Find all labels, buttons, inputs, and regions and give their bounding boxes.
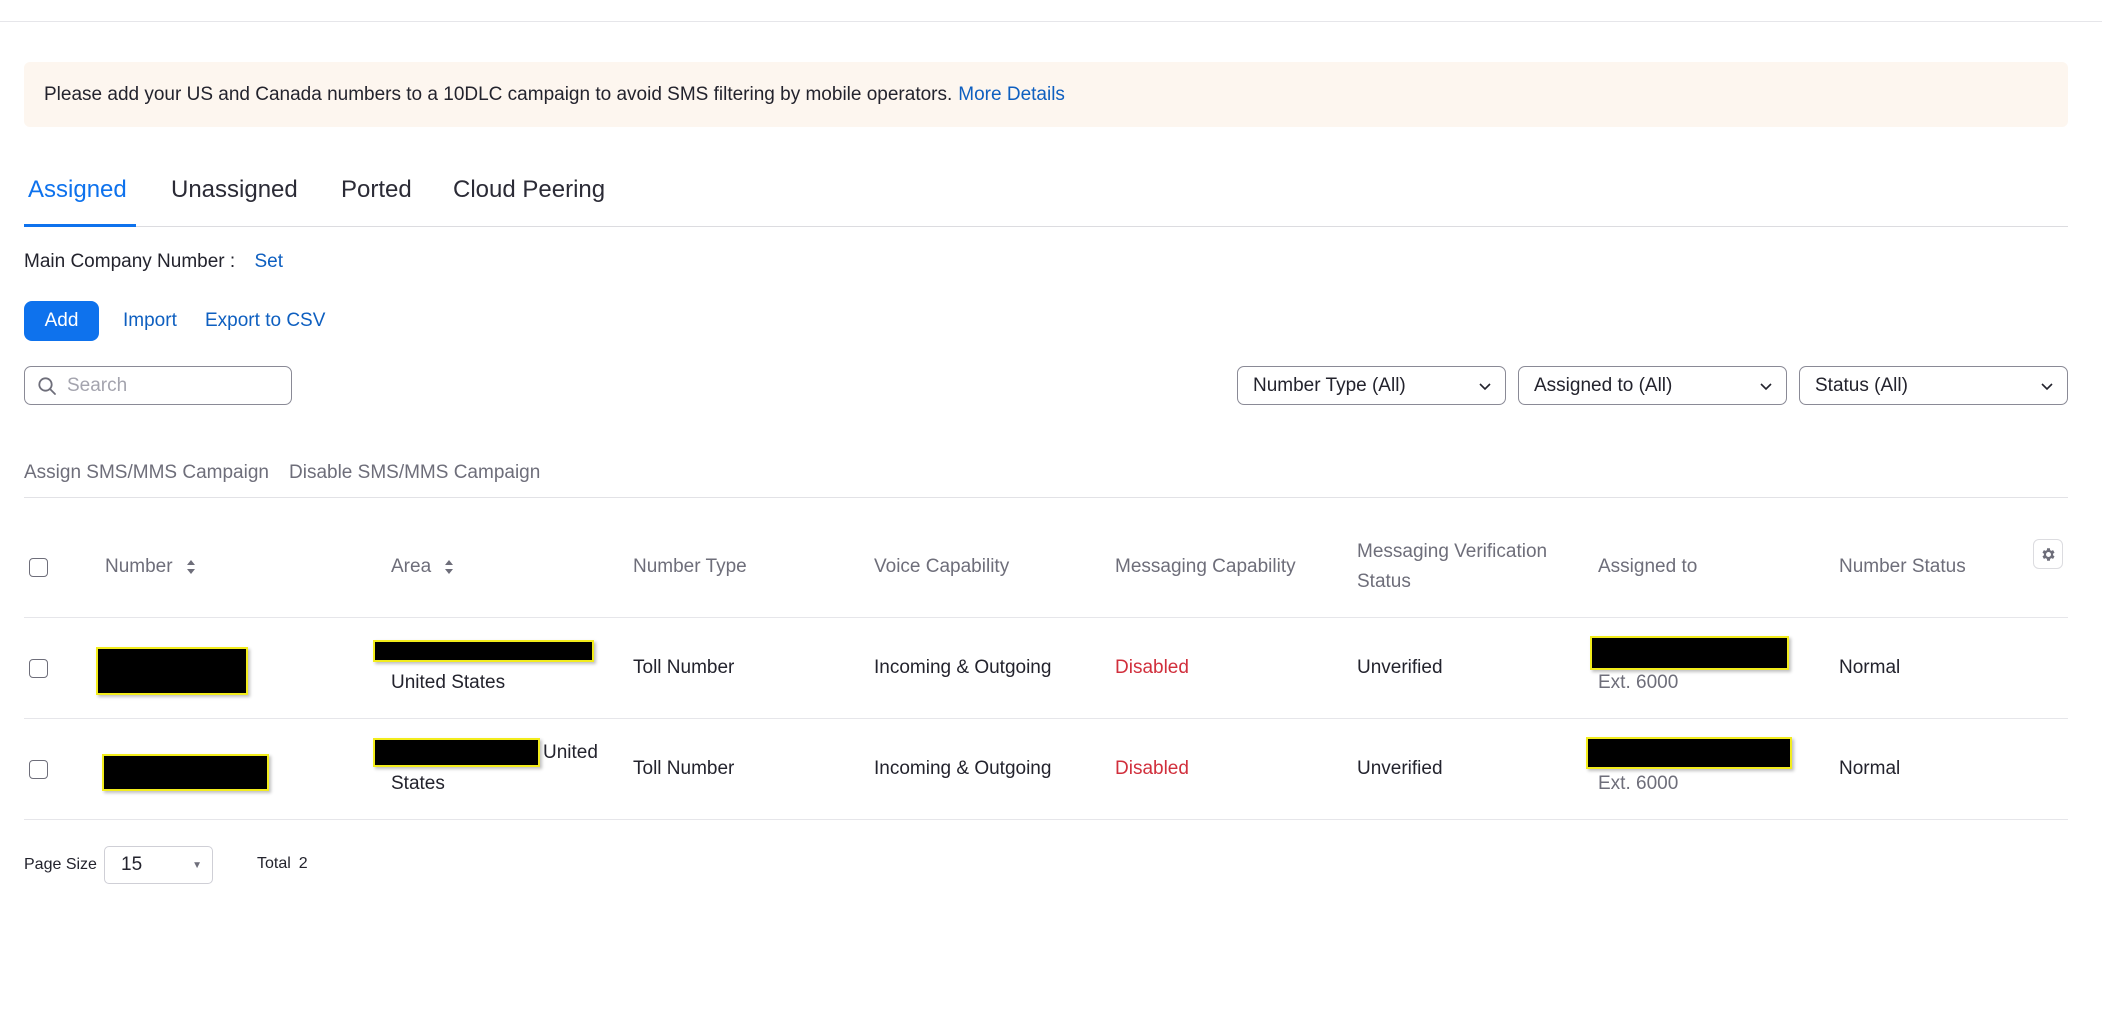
add-button[interactable]: Add: [24, 301, 99, 341]
row-checkbox[interactable]: [29, 659, 48, 678]
caret-down-icon: ▼: [192, 859, 202, 871]
messaging-capability-cell: Disabled: [1115, 758, 1189, 779]
total-count: Total 2: [257, 855, 308, 873]
number-type-cell: Toll Number: [633, 758, 735, 779]
page-size-value: 15: [121, 854, 143, 875]
area-cell: United: [543, 742, 598, 763]
messaging-capability-cell: Disabled: [1115, 657, 1189, 678]
gear-icon: [2041, 547, 2055, 561]
assignee-extension: Ext. 6000: [1598, 672, 1679, 693]
voice-capability-cell: Incoming & Outgoing: [874, 657, 1052, 678]
number-type-filter[interactable]: Number Type (All): [1237, 366, 1506, 405]
import-link[interactable]: Import: [123, 310, 177, 332]
column-area[interactable]: Area: [391, 552, 454, 582]
column-voice-capability: Voice Capability: [874, 556, 1010, 577]
assigned-to-filter[interactable]: Assigned to (All): [1518, 366, 1787, 405]
chevron-down-icon: [1760, 382, 1772, 390]
tab-ported[interactable]: Ported: [341, 176, 412, 204]
column-settings-button[interactable]: [2033, 539, 2063, 569]
divider: [24, 497, 2068, 498]
disable-sms-campaign-button[interactable]: Disable SMS/MMS Campaign: [289, 462, 540, 484]
column-messaging-capability: Messaging Capability: [1115, 556, 1296, 577]
redacted-assignee: [1586, 737, 1792, 769]
sort-icon: [445, 559, 454, 574]
area-cell-continued: States: [391, 773, 445, 794]
number-type-filter-value: Number Type (All): [1253, 374, 1406, 396]
redacted-number: [102, 754, 269, 791]
chevron-down-icon: [2041, 382, 2053, 390]
search-input[interactable]: [65, 373, 269, 398]
page-size-label: Page Size: [24, 856, 97, 873]
divider: [24, 718, 2068, 719]
10dlc-notice-banner: Please add your US and Canada numbers to…: [24, 62, 2068, 127]
active-tab-indicator: [24, 224, 136, 227]
verification-status-cell: Unverified: [1357, 758, 1443, 779]
top-divider: [0, 21, 2102, 22]
row-checkbox[interactable]: [29, 760, 48, 779]
total-label: Total: [257, 855, 291, 872]
tab-cloud-peering[interactable]: Cloud Peering: [453, 176, 605, 204]
redacted-area-detail: [373, 738, 540, 767]
redacted-area-detail: [373, 640, 594, 662]
verification-status-cell: Unverified: [1357, 657, 1443, 678]
assigned-to-filter-value: Assigned to (All): [1534, 374, 1673, 396]
search-box[interactable]: [24, 366, 292, 405]
assign-sms-campaign-button[interactable]: Assign SMS/MMS Campaign: [24, 462, 269, 484]
export-csv-link[interactable]: Export to CSV: [205, 310, 325, 332]
assignee-extension: Ext. 6000: [1598, 773, 1679, 794]
page-size-select[interactable]: 15 ▼: [104, 846, 213, 884]
divider: [24, 819, 2068, 820]
status-filter-value: Status (All): [1815, 374, 1908, 396]
sort-icon: [186, 559, 195, 574]
column-number-type: Number Type: [633, 556, 747, 577]
divider: [24, 617, 2068, 618]
main-company-number: Main Company Number : Set: [24, 251, 283, 273]
tab-assigned[interactable]: Assigned: [28, 176, 127, 204]
banner-text: Please add your US and Canada numbers to…: [44, 83, 953, 105]
chevron-down-icon: [1479, 382, 1491, 390]
column-number[interactable]: Number: [105, 552, 196, 582]
total-value: 2: [298, 855, 308, 872]
column-number-status: Number Status: [1839, 556, 1966, 577]
redacted-number: [96, 647, 248, 695]
number-status-cell: Normal: [1839, 657, 1901, 678]
redacted-assignee: [1590, 636, 1789, 670]
status-filter[interactable]: Status (All): [1799, 366, 2068, 405]
more-details-link[interactable]: More Details: [958, 84, 1065, 106]
number-status-cell: Normal: [1839, 758, 1901, 779]
voice-capability-cell: Incoming & Outgoing: [874, 758, 1052, 779]
main-company-label: Main Company Number :: [24, 251, 236, 272]
number-tabs: Assigned Unassigned Ported Cloud Peering: [24, 168, 2068, 227]
set-main-number-link[interactable]: Set: [254, 251, 283, 272]
column-messaging-verification: Messaging Verification Status: [1357, 541, 1548, 592]
column-assigned-to: Assigned to: [1598, 556, 1698, 577]
search-icon: [38, 376, 56, 395]
area-cell: United States: [391, 672, 506, 693]
tab-unassigned[interactable]: Unassigned: [171, 176, 298, 204]
select-all-checkbox[interactable]: [29, 558, 48, 577]
number-type-cell: Toll Number: [633, 657, 735, 678]
